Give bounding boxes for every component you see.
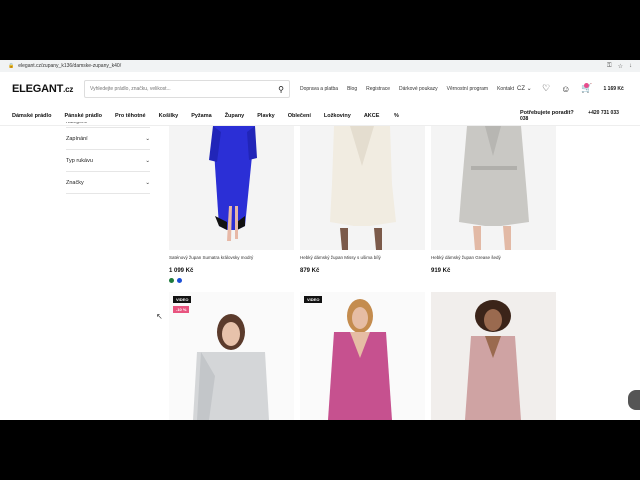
star-icon[interactable]: ☆: [618, 63, 623, 70]
nav-akce[interactable]: AKCE %: [364, 113, 412, 119]
chevron-down-icon: ⌄: [145, 179, 150, 186]
search-box[interactable]: ⚲: [84, 80, 290, 98]
heart-icon[interactable]: ♡: [542, 83, 550, 94]
link-registrace[interactable]: Registrace: [366, 86, 390, 92]
percent-icon: %: [393, 112, 399, 119]
product-image[interactable]: [300, 126, 425, 250]
nav-damske-pradlo[interactable]: Dámské prádlo: [12, 113, 51, 119]
product-card[interactable]: Saténový župan Sumatra královsky modrý 1…: [169, 126, 294, 283]
swatch-blue[interactable]: [177, 278, 182, 283]
sale-tag: -10 %: [173, 306, 190, 313]
filter-znacky[interactable]: Značky ⌄: [66, 172, 150, 194]
nav-panske-pradlo[interactable]: Pánské prádlo: [64, 113, 102, 119]
chevron-down-icon: ⌄: [145, 157, 150, 164]
product-card[interactable]: VIDEO: [300, 292, 425, 420]
nav-pro-tehotne[interactable]: Pro těhotné: [115, 113, 146, 119]
product-name[interactable]: Saténový župan Sumatra královsky modrý: [169, 255, 294, 260]
mouse-cursor-icon: ↖: [156, 312, 163, 321]
site-logo[interactable]: ELEGANT.cz: [12, 83, 73, 95]
product-card[interactable]: Hebký dámský župan Missy s ušima bílý 87…: [300, 126, 425, 274]
filter-sidebar: Kategorie Zapínání ⌄ Typ rukávu ⌄ Značky ⌄: [66, 122, 150, 194]
product-card[interactable]: Hebký dámský župan Grease šedý 919 Kč: [431, 126, 556, 274]
browser-address-bar[interactable]: 🔒 elegant.cz/zupany_k136/damske-zupany_k…: [0, 60, 640, 72]
product-price: 1 099 Kč: [169, 268, 194, 274]
chevron-down-icon: ⌄: [145, 135, 150, 142]
product-card[interactable]: [431, 292, 556, 420]
top-links: Doprava a platba Blog Registrace Dárkové…: [300, 86, 514, 92]
product-card[interactable]: VIDEO -10 %: [169, 292, 294, 420]
product-image[interactable]: VIDEO -10 %: [169, 292, 294, 420]
chat-widget-button[interactable]: [628, 390, 640, 410]
color-swatches: [169, 278, 294, 283]
product-image[interactable]: [169, 126, 294, 250]
search-icon[interactable]: ⚲: [278, 85, 284, 94]
swatch-green[interactable]: [169, 278, 174, 283]
product-image[interactable]: VIDEO: [300, 292, 425, 420]
nav-kosilky[interactable]: Košilky: [159, 113, 179, 119]
language-select[interactable]: CZ ⌄: [517, 85, 532, 92]
video-tag: VIDEO: [304, 296, 323, 303]
browser-url[interactable]: elegant.cz/zupany_k136/damske-zupany_k40…: [18, 63, 121, 69]
filter-zapinani[interactable]: Zapínání ⌄: [66, 128, 150, 150]
nav-zupany[interactable]: Župany: [225, 113, 245, 119]
product-name[interactable]: Hebký dámský župan Grease šedý: [431, 255, 556, 260]
help-contact: Potřebujete poradit? +420 731 033 038: [520, 109, 619, 122]
user-icon[interactable]: ☺: [561, 84, 570, 94]
link-poukazy[interactable]: Dárkové poukazy: [399, 86, 438, 92]
link-kontakt[interactable]: Kontakt: [497, 86, 514, 92]
product-name[interactable]: Hebký dámský župan Missy s ušima bílý: [300, 255, 425, 260]
header-icons: ♡ ☺ 🛒 1 169 Kč: [542, 83, 624, 94]
chevron-down-icon: ⌄: [526, 86, 532, 92]
site-header: ELEGANT.cz ⚲ Doprava a platba Blog Regis…: [0, 72, 640, 106]
link-vernostni[interactable]: Věrnostní program: [447, 86, 488, 92]
search-input[interactable]: [90, 86, 279, 92]
nav-pyzama[interactable]: Pyžama: [191, 113, 212, 119]
nav-obleceni[interactable]: Oblečení: [288, 113, 311, 119]
product-price: 919 Kč: [431, 268, 451, 274]
screen: 🔒 elegant.cz/zupany_k136/damske-zupany_k…: [0, 0, 640, 480]
video-tag: VIDEO: [173, 296, 192, 303]
nav-plavky[interactable]: Plavky: [257, 113, 274, 119]
nav-lozkoviny[interactable]: Ložkoviny: [324, 113, 351, 119]
download-icon[interactable]: ↓: [629, 63, 632, 70]
filter-typ-rukavu[interactable]: Typ rukávu ⌄: [66, 150, 150, 172]
cart-badge: [584, 83, 589, 88]
product-price: 879 Kč: [300, 268, 320, 274]
website: ELEGANT.cz ⚲ Doprava a platba Blog Regis…: [0, 72, 640, 420]
product-image[interactable]: [431, 292, 556, 420]
cart-total[interactable]: 1 169 Kč: [604, 86, 624, 92]
key-icon[interactable]: ⚿: [607, 63, 612, 70]
lock-icon: 🔒: [8, 63, 15, 69]
product-image[interactable]: [431, 126, 556, 250]
link-blog[interactable]: Blog: [347, 86, 357, 92]
link-doprava[interactable]: Doprava a platba: [300, 86, 338, 92]
